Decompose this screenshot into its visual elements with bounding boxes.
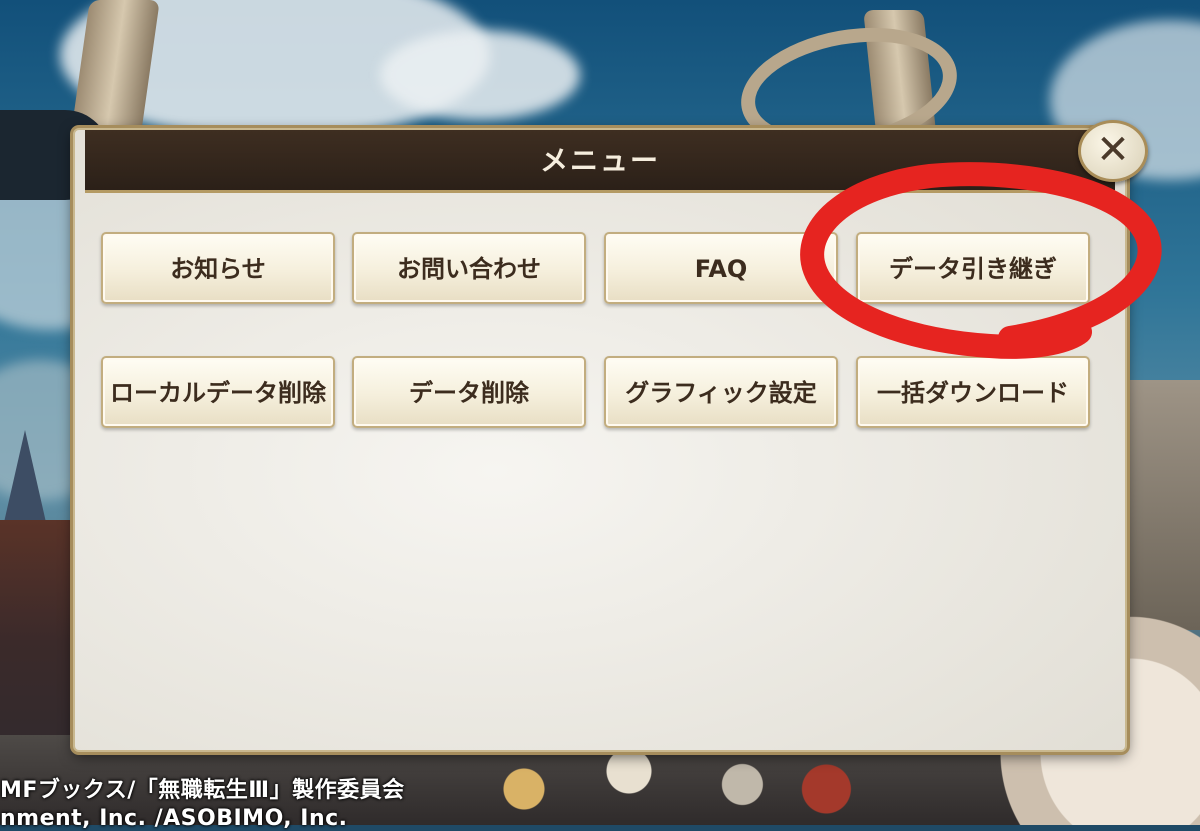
- data-delete-button[interactable]: データ削除: [352, 356, 586, 428]
- bulk-download-button[interactable]: 一括ダウンロード: [856, 356, 1090, 428]
- data-transfer-button[interactable]: データ引き継ぎ: [856, 232, 1090, 304]
- graphics-settings-button[interactable]: グラフィック設定: [604, 356, 838, 428]
- copyright-line-2: nment, Inc. /ASOBIMO, Inc.: [0, 806, 348, 831]
- faq-button[interactable]: FAQ: [604, 232, 838, 304]
- local-data-delete-button[interactable]: ローカルデータ削除: [101, 356, 335, 428]
- cloud: [380, 30, 580, 120]
- news-button[interactable]: お知らせ: [101, 232, 335, 304]
- dialog-title: メニュー: [539, 144, 660, 177]
- contact-button[interactable]: お問い合わせ: [352, 232, 586, 304]
- close-icon: ✕: [1096, 127, 1130, 173]
- close-button[interactable]: ✕: [1078, 120, 1148, 182]
- menu-dialog: メニュー: [73, 128, 1127, 752]
- copyright-line-1: MFブックス/「無職転生Ⅲ」製作委員会: [0, 778, 405, 803]
